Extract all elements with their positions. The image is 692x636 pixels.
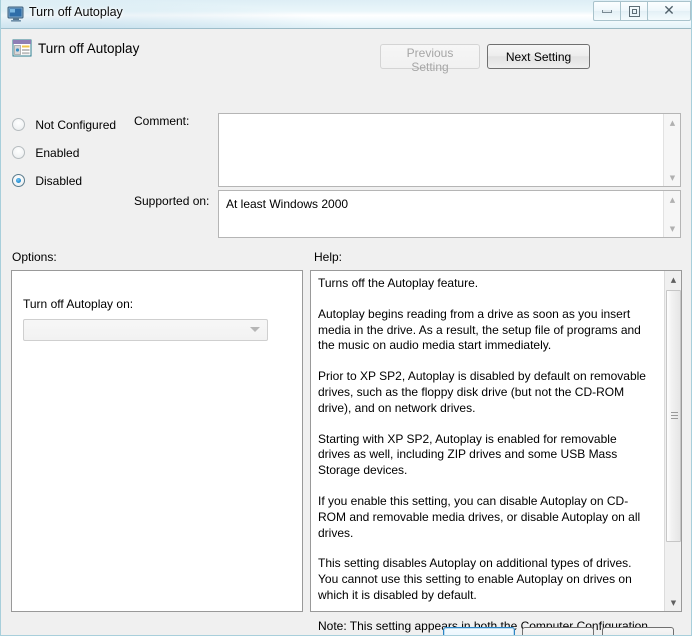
radio-icon: [12, 118, 25, 131]
radio-icon: [12, 146, 25, 159]
radio-not-configured[interactable]: Not Configured: [12, 118, 116, 132]
help-paragraph: Autoplay begins reading from a drive as …: [318, 306, 641, 353]
radio-disabled[interactable]: Disabled: [12, 174, 82, 188]
group-policy-setting-dialog: Turn off Autoplay ✕ Turn off Autoplay Pr…: [0, 0, 692, 636]
help-text: Turns off the Autoplay feature. Autoplay…: [318, 276, 648, 635]
help-paragraph: Turns off the Autoplay feature.: [318, 276, 479, 290]
help-scrollbar[interactable]: ▲ ▼: [664, 271, 681, 611]
options-section-label: Options:: [12, 250, 57, 264]
cancel-button[interactable]: Cancel: [522, 627, 594, 635]
help-paragraph: If you enable this setting, you can disa…: [318, 493, 641, 540]
title-bar[interactable]: Turn off Autoplay ✕: [1, 0, 691, 29]
minimize-icon: [602, 9, 612, 13]
restore-icon: [628, 5, 640, 17]
supported-on-scrollbar[interactable]: ▲ ▼: [663, 191, 680, 237]
scroll-down-icon[interactable]: ▼: [665, 594, 682, 611]
ok-button[interactable]: OK: [443, 627, 515, 635]
scrollbar-thumb[interactable]: [666, 290, 681, 542]
comment-label: Comment:: [134, 114, 190, 128]
autoplay-target-dropdown[interactable]: [23, 319, 268, 341]
page-title: Turn off Autoplay: [38, 41, 140, 56]
previous-setting-button[interactable]: Previous Setting: [380, 44, 480, 74]
next-setting-button[interactable]: Next Setting: [487, 44, 590, 69]
radio-label: Not Configured: [35, 118, 117, 132]
help-panel: Turns off the Autoplay feature. Autoplay…: [310, 270, 682, 633]
scroll-up-icon[interactable]: ▲: [664, 114, 681, 131]
dialog-body: Turn off Autoplay Previous Setting Next …: [1, 30, 691, 635]
scroll-up-icon[interactable]: ▲: [665, 271, 682, 288]
maximize-button[interactable]: [620, 1, 648, 21]
help-paragraph: Starting with XP SP2, Autoplay is enable…: [318, 431, 618, 478]
close-button[interactable]: ✕: [647, 1, 691, 21]
supported-on-field[interactable]: At least Windows 2000 ▲ ▼: [218, 190, 681, 238]
radio-label: Disabled: [35, 174, 83, 188]
scrollbar-grip-icon: [671, 412, 678, 420]
comment-textarea[interactable]: ▲ ▼: [218, 113, 681, 187]
supported-on-label: Supported on:: [134, 194, 210, 208]
radio-label: Enabled: [35, 146, 80, 160]
supported-on-value: At least Windows 2000: [226, 197, 349, 211]
radio-enabled[interactable]: Enabled: [12, 146, 79, 160]
close-icon: ✕: [663, 3, 675, 19]
monitor-icon: [7, 5, 25, 23]
scroll-up-icon[interactable]: ▲: [664, 191, 681, 208]
apply-button[interactable]: Apply: [602, 627, 674, 635]
scroll-down-icon[interactable]: ▼: [664, 220, 681, 237]
scroll-down-icon[interactable]: ▼: [664, 169, 681, 186]
minimize-button[interactable]: [593, 1, 621, 21]
comment-scrollbar[interactable]: ▲ ▼: [663, 114, 680, 186]
chevron-down-icon: [250, 327, 260, 332]
window-title: Turn off Autoplay: [29, 5, 123, 19]
options-panel: Turn off Autoplay on:: [11, 270, 303, 612]
window-controls: ✕: [593, 1, 691, 21]
autoplay-target-label: Turn off Autoplay on:: [23, 297, 134, 311]
radio-icon-selected: [12, 174, 25, 187]
policy-setting-icon: [12, 39, 32, 57]
help-section-label: Help:: [314, 250, 343, 264]
help-paragraph: This setting disables Autoplay on additi…: [318, 556, 632, 602]
help-paragraph: Prior to XP SP2, Autoplay is disabled by…: [318, 369, 646, 415]
